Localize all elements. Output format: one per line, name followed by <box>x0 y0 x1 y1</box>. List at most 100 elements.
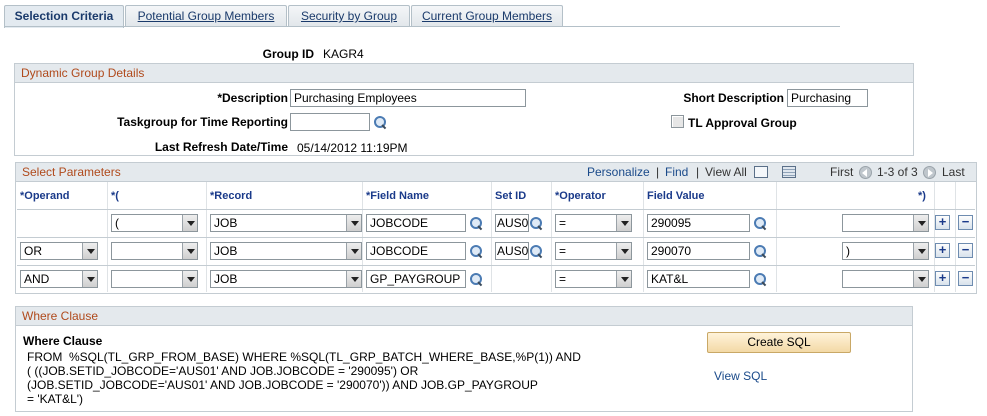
set-id-input[interactable]: AUS01 <box>495 214 529 232</box>
add-row-button[interactable]: + <box>935 215 950 230</box>
short-description-field[interactable]: Purchasing <box>787 89 868 107</box>
dropdown-arrow-icon <box>616 271 631 287</box>
field-value-input[interactable]: KAT&L <box>647 270 750 288</box>
taskgroup-lookup-icon[interactable] <box>373 115 387 129</box>
delete-row-button[interactable]: − <box>958 243 973 258</box>
field-name-input[interactable]: JOBCODE <box>366 214 466 232</box>
row-range: 1-3 of 3 <box>877 165 918 179</box>
close-paren-select[interactable]: ) <box>842 242 929 260</box>
first-label[interactable]: First <box>830 163 853 181</box>
col-operator-header: *Operator <box>555 190 606 202</box>
view-sql-link[interactable]: View SQL <box>714 369 767 383</box>
dropdown-arrow-icon <box>346 215 361 231</box>
open-paren-select[interactable] <box>111 270 198 288</box>
select-parameters-title: Select Parameters <box>22 165 121 179</box>
where-clause-line: (JOB.SETID_JOBCODE='AUS01' AND JOB.JOBCO… <box>27 378 538 392</box>
create-sql-button[interactable]: Create SQL <box>707 332 851 353</box>
select-value: = <box>559 216 567 230</box>
field-value-lookup-icon[interactable] <box>753 244 767 258</box>
separator: | <box>696 165 700 179</box>
where-clause-line: ( ((JOB.SETID_JOBCODE='AUS01' AND JOB.JO… <box>27 364 419 378</box>
dropdown-arrow-icon <box>346 271 361 287</box>
record-select[interactable]: JOB <box>210 242 362 260</box>
dropdown-arrow-icon <box>182 243 197 259</box>
tab-label: Security by Group <box>300 9 398 23</box>
tab-security-by-group[interactable]: Security by Group <box>288 5 410 27</box>
dropdown-arrow-icon <box>182 271 197 287</box>
operand-select[interactable]: OR <box>20 242 98 260</box>
operand-select[interactable]: AND <box>20 270 98 288</box>
next-arrow-icon[interactable] <box>923 166 936 179</box>
select-value: = <box>559 244 567 258</box>
taskgroup-field[interactable] <box>290 113 370 131</box>
operator-select[interactable]: = <box>555 270 632 288</box>
dropdown-arrow-icon <box>913 271 928 287</box>
field-value-lookup-icon[interactable] <box>753 272 767 286</box>
table-row: ( JOB JOBCODE AUS01 = 290095 + − <box>17 210 975 237</box>
field-value-input[interactable]: 290070 <box>647 242 750 260</box>
tl-approval-checkbox[interactable] <box>671 115 684 128</box>
field-name-lookup-icon[interactable] <box>469 216 483 230</box>
operator-select[interactable]: = <box>555 242 632 260</box>
field-name-input[interactable]: JOBCODE <box>366 242 466 260</box>
find-link[interactable]: Find <box>665 163 688 181</box>
delete-row-button[interactable]: − <box>958 271 973 286</box>
operator-select[interactable]: = <box>555 214 632 232</box>
field-name-lookup-icon[interactable] <box>469 272 483 286</box>
dropdown-arrow-icon <box>913 243 928 259</box>
close-paren-select[interactable] <box>842 214 929 232</box>
col-set-id-header: Set ID <box>495 190 527 202</box>
personalize-link[interactable]: Personalize <box>587 163 650 181</box>
add-row-button[interactable]: + <box>935 271 950 286</box>
tab-potential-group-members[interactable]: Potential Group Members <box>125 5 287 27</box>
select-value: ( <box>115 216 119 230</box>
col-operand-header: *Operand <box>20 190 70 202</box>
where-clause-title: Where Clause <box>16 307 912 326</box>
set-id-lookup-icon[interactable] <box>529 244 543 258</box>
select-value: ) <box>846 244 850 258</box>
description-label: *Description <box>217 91 288 105</box>
tab-label: Current Group Members <box>421 9 553 23</box>
select-value: AND <box>24 272 50 286</box>
group-id-value: KAGR4 <box>323 47 364 61</box>
download-grid-icon[interactable] <box>782 166 796 178</box>
delete-row-button[interactable]: − <box>958 215 973 230</box>
new-window-icon[interactable] <box>754 166 768 178</box>
open-paren-select[interactable] <box>111 242 198 260</box>
col-field-value-header: Field Value <box>647 190 705 202</box>
dropdown-arrow-icon <box>82 243 97 259</box>
dropdown-arrow-icon <box>346 243 361 259</box>
table-row: OR JOB JOBCODE AUS01 = 290070 ) + − <box>17 238 975 265</box>
select-parameters-header: Select Parameters Personalize | Find | V… <box>16 163 976 182</box>
table-row: AND JOB GP_PAYGROUP = KAT&L + − <box>17 266 975 293</box>
select-value: = <box>559 272 567 286</box>
set-id-lookup-icon[interactable] <box>529 216 543 230</box>
description-field[interactable]: Purchasing Employees <box>290 89 526 107</box>
record-select[interactable]: JOB <box>210 214 362 232</box>
field-value-lookup-icon[interactable] <box>753 216 767 230</box>
view-all-link[interactable]: View All <box>705 163 747 181</box>
field-name-input[interactable]: GP_PAYGROUP <box>366 270 466 288</box>
tab-selection-criteria[interactable]: Selection Criteria <box>4 5 124 28</box>
close-paren-select[interactable] <box>842 270 929 288</box>
dropdown-arrow-icon <box>182 215 197 231</box>
record-select[interactable]: JOB <box>210 270 362 288</box>
open-paren-select[interactable]: ( <box>111 214 198 232</box>
where-clause-line: = 'KAT&L') <box>27 392 84 406</box>
last-refresh-label: Last Refresh Date/Time <box>154 140 288 154</box>
dropdown-arrow-icon <box>616 215 631 231</box>
taskgroup-label: Taskgroup for Time Reporting <box>117 115 288 129</box>
previous-arrow-icon[interactable] <box>859 166 872 179</box>
select-value: JOB <box>214 216 238 230</box>
tab-current-group-members[interactable]: Current Group Members <box>411 5 563 27</box>
last-label[interactable]: Last <box>942 163 965 181</box>
col-field-name-header: *Field Name <box>366 190 429 202</box>
add-row-button[interactable]: + <box>935 243 950 258</box>
field-value-input[interactable]: 290095 <box>647 214 750 232</box>
set-id-input[interactable]: AUS01 <box>495 242 529 260</box>
group-id-label: Group ID <box>262 47 314 61</box>
col-close-paren-header: *) <box>918 190 926 202</box>
field-name-lookup-icon[interactable] <box>469 244 483 258</box>
tl-approval-label: TL Approval Group <box>688 116 797 130</box>
dynamic-group-details-title: Dynamic Group Details <box>15 64 913 83</box>
